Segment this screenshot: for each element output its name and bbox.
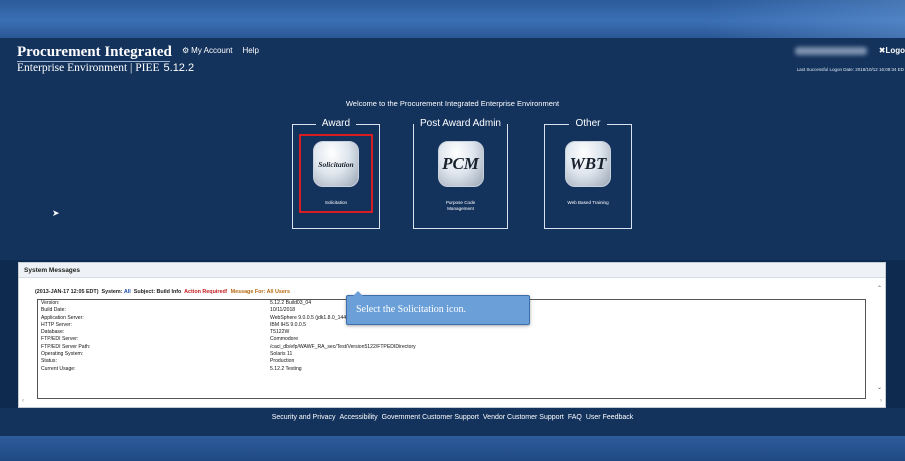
- scroll-down-icon[interactable]: ⌄: [877, 384, 882, 391]
- solicitation-highlight: [299, 134, 373, 213]
- pcm-icon-text: PCM: [442, 154, 479, 173]
- user-name-redacted: [794, 47, 867, 55]
- app-title: Procurement Integrated: [17, 44, 172, 60]
- post-award-admin-group: Post Award Admin PCM Purpose Code Manage…: [413, 118, 508, 229]
- user-area: ✖Logo: [794, 46, 905, 55]
- info-value: Solaris 11: [270, 351, 293, 358]
- message-subject: Subject: Build Info: [133, 289, 182, 295]
- message-for: Message For: All Users: [230, 289, 290, 295]
- footer-link[interactable]: Security and Privacy: [272, 414, 336, 421]
- footer-links: Security and Privacy Accessibility Governm…: [0, 414, 905, 421]
- instruction-tooltip: Select the Solicitation icon.: [346, 291, 530, 325]
- post-award-admin-title: Post Award Admin: [414, 118, 507, 130]
- footer-link[interactable]: Vendor Customer Support: [483, 414, 564, 421]
- info-key: Status:: [41, 358, 57, 365]
- other-group-title-text: Other: [569, 118, 607, 129]
- other-group-title: Other: [545, 118, 631, 130]
- other-group: Other WBT Web Based Training: [544, 118, 632, 229]
- system-messages-panel: System Messages (2013-JAN-17 12:05 EDT) …: [18, 262, 886, 408]
- info-key: Database:: [41, 329, 65, 336]
- info-value: 5.12.2 Testing: [270, 365, 302, 372]
- footer-link[interactable]: Government Customer Support: [382, 414, 479, 421]
- post-award-admin-title-text: Post Award Admin: [414, 118, 507, 129]
- footer-link[interactable]: Accessibility: [340, 414, 378, 421]
- footer-area: [0, 408, 905, 438]
- info-row: Database: T5122W: [38, 329, 865, 336]
- system-label: System:: [101, 289, 123, 295]
- version-text: 5.12.2: [163, 62, 195, 74]
- info-key: Application Server:: [41, 314, 84, 321]
- info-row: Current Usage: 5.12.2 Testing: [38, 366, 865, 373]
- my-account-label: My Account: [191, 46, 233, 55]
- award-group-title: Award: [293, 118, 379, 130]
- mouse-pointer-icon: ➤: [52, 208, 60, 218]
- info-key: Current Usage:: [41, 365, 76, 372]
- info-key: FTP/EDI Server Path:: [41, 343, 91, 350]
- app-subtitle: Enterprise Environment | PIEE 5.12.2: [17, 62, 194, 74]
- info-row: FTP/EDI Server: Commodore: [38, 336, 865, 343]
- info-value: Commodore: [270, 336, 299, 343]
- gear-icon: ⚙: [182, 46, 190, 55]
- info-row: Operating System: Solaris 11: [38, 351, 865, 358]
- bottom-banner: [0, 436, 905, 461]
- message-summary: (2013-JAN-17 12:05 EDT) System: All Subj…: [35, 289, 290, 295]
- scroll-right-icon[interactable]: ›: [880, 398, 882, 404]
- wbt-label[interactable]: Web Based Training: [545, 200, 631, 206]
- info-key: FTP/EDI Server:: [41, 336, 79, 343]
- subtitle-text: Enterprise Environment | PIEE: [17, 62, 160, 74]
- info-value: /caci_db/efp/WAWF_RA_sec/Test/Version512…: [270, 343, 416, 350]
- action-required: Action Required!: [184, 289, 228, 295]
- top-banner: [0, 0, 905, 38]
- system-messages-heading: System Messages: [19, 263, 885, 278]
- scroll-left-icon[interactable]: ‹: [22, 398, 24, 404]
- message-date: (2013-JAN-17 12:05 EDT): [35, 289, 99, 295]
- wbt-icon-text: WBT: [569, 154, 607, 173]
- system-value: All: [123, 289, 131, 295]
- logout-label: Logo: [885, 46, 905, 55]
- info-key: HTTP Server:: [41, 321, 73, 328]
- info-key: Version:: [41, 300, 60, 306]
- top-nav: ⚙ My Account Help: [182, 46, 259, 55]
- scroll-up-icon[interactable]: ⌃: [877, 285, 882, 292]
- wbt-icon[interactable]: WBT: [565, 141, 611, 187]
- footer-link[interactable]: User Feedback: [586, 414, 633, 421]
- award-group-title-text: Award: [315, 118, 357, 129]
- info-row: FTP/EDI Server Path: /caci_db/efp/WAWF_RA…: [38, 344, 865, 351]
- last-logon-text: Last Successful Logon Date: 2018/10/12 1…: [796, 67, 904, 72]
- info-key: Build Date:: [41, 307, 66, 314]
- logout-link[interactable]: ✖Logo: [879, 46, 905, 55]
- info-value: T5122W: [270, 329, 290, 336]
- footer-link[interactable]: FAQ: [568, 414, 582, 421]
- pcm-icon[interactable]: PCM: [437, 141, 484, 187]
- pcm-label[interactable]: Purpose Code Management: [414, 200, 507, 212]
- help-link[interactable]: Help: [243, 46, 259, 55]
- info-value: Production: [270, 358, 295, 365]
- welcome-message: Welcome to the Procurement Integrated En…: [345, 99, 560, 108]
- my-account-link[interactable]: ⚙ My Account: [182, 46, 233, 55]
- info-row: Status: Production: [38, 358, 865, 365]
- info-key: Operating System:: [41, 351, 84, 358]
